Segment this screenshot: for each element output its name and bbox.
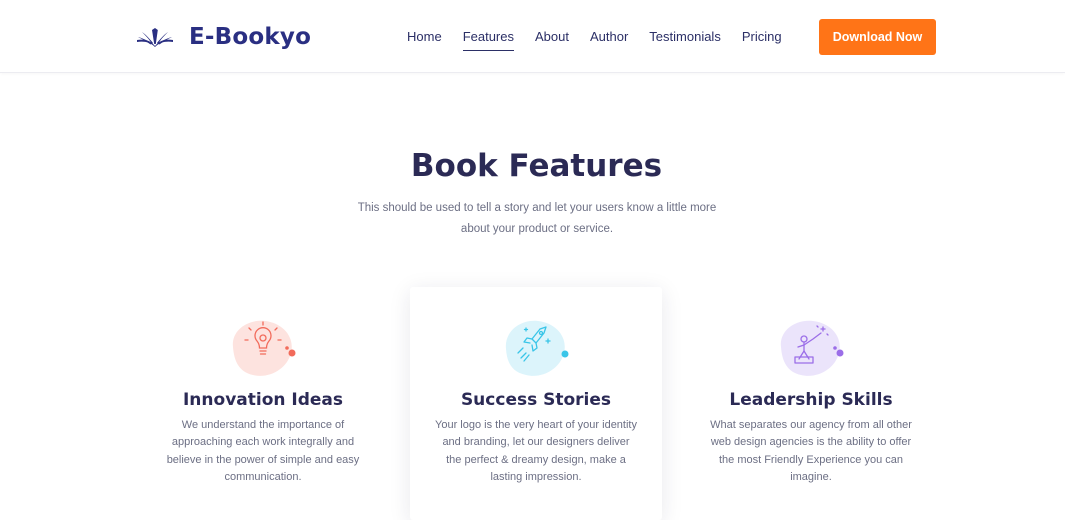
feature-title: Leadership Skills: [729, 390, 893, 410]
feature-title: Success Stories: [460, 390, 612, 410]
lightbulb-icon: [223, 317, 303, 381]
section-subtitle: This should be used to tell a story and …: [357, 202, 717, 235]
nav-link-home[interactable]: Home: [407, 28, 442, 46]
leader-flag-icon: [771, 317, 851, 381]
feature-title: Innovation Ideas: [182, 390, 344, 410]
feature-description: Your logo is the very heart of your iden…: [435, 419, 637, 484]
feature-description: What separates our agency from all other…: [710, 419, 912, 484]
feature-card-innovation: Innovation Ideas We understand the impor…: [137, 287, 389, 520]
nav-link-author[interactable]: Author: [590, 28, 628, 46]
feature-card-leadership: Leadership Skills What separates our age…: [685, 287, 937, 520]
nav-link-features[interactable]: Features: [462, 28, 515, 51]
nav-link-about[interactable]: About: [535, 28, 569, 46]
brand-name: E-Bookyo: [189, 24, 312, 50]
navbar: E-Bookyo Home Features About Author Test…: [0, 0, 1065, 73]
feature-description: We understand the importance of approach…: [166, 419, 360, 484]
brand-logo[interactable]: E-Bookyo: [136, 22, 311, 52]
nav-link-testimonials[interactable]: Testimonials: [649, 28, 721, 46]
download-now-button[interactable]: Download Now: [819, 19, 936, 55]
main-nav: Home Features About Author Testimonials …: [407, 28, 803, 51]
rocket-icon: [496, 317, 576, 381]
open-book-icon: [136, 26, 174, 48]
feature-card-success: Success Stories Your logo is the very he…: [410, 287, 662, 520]
nav-link-pricing[interactable]: Pricing: [742, 28, 782, 46]
section-title: Book Features: [410, 148, 663, 184]
